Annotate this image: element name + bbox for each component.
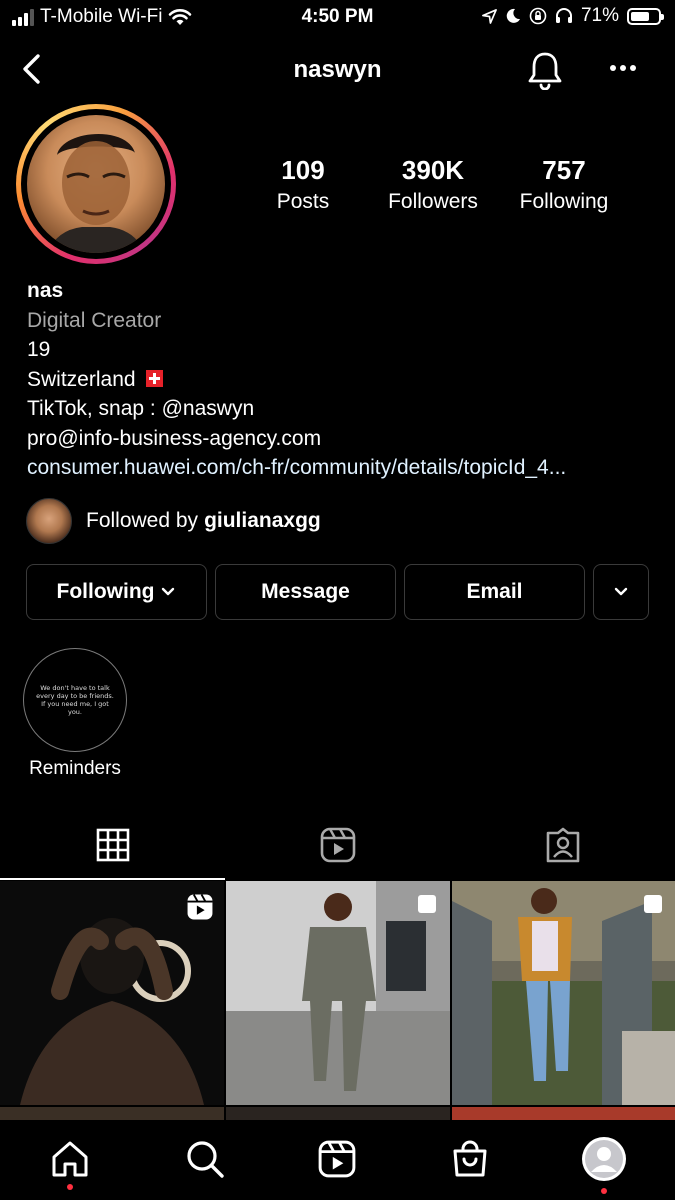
category-label: Digital Creator bbox=[27, 308, 162, 332]
battery-percent: 71% bbox=[580, 5, 619, 26]
tab-tagged[interactable] bbox=[450, 810, 675, 880]
following-button[interactable]: Following bbox=[26, 564, 207, 620]
more-icon bbox=[610, 65, 636, 71]
profile-header: naswyn bbox=[0, 44, 675, 94]
post-thumbnail[interactable] bbox=[226, 881, 450, 1105]
email-button[interactable]: Email bbox=[404, 564, 585, 620]
nav-reels[interactable] bbox=[312, 1134, 362, 1184]
bio-country: Switzerland bbox=[27, 367, 136, 391]
reels-icon bbox=[320, 827, 355, 863]
bio-line: TikTok, snap : @naswyn bbox=[27, 397, 255, 420]
nav-profile[interactable] bbox=[579, 1134, 629, 1194]
nav-search[interactable] bbox=[180, 1134, 230, 1184]
carousel-icon bbox=[418, 895, 436, 913]
chevron-down-icon bbox=[162, 587, 175, 596]
carousel-icon bbox=[644, 895, 662, 913]
location-icon bbox=[482, 8, 497, 24]
bio-link[interactable]: consumer.huawei.com/ch-fr/community/deta… bbox=[27, 453, 657, 483]
avatar-photo bbox=[27, 115, 165, 253]
stat-label: Following bbox=[519, 190, 609, 213]
stat-followers[interactable]: 390K Followers bbox=[380, 155, 486, 214]
bottom-nav bbox=[0, 1120, 675, 1200]
profile-avatar[interactable] bbox=[16, 104, 176, 264]
bio-line: 19 bbox=[27, 338, 51, 361]
more-options-button[interactable] bbox=[606, 54, 640, 84]
notifications-button[interactable] bbox=[526, 50, 564, 91]
story-highlight[interactable]: We don't have to talk every day to be fr… bbox=[22, 648, 128, 780]
notification-dot bbox=[601, 1188, 607, 1194]
reels-icon bbox=[187, 894, 213, 920]
post-thumbnail[interactable] bbox=[226, 1107, 450, 1121]
status-right: 71% bbox=[482, 5, 664, 27]
profile-stats: 109 Posts 390K Followers 757 Following bbox=[240, 155, 640, 225]
stat-value: 757 bbox=[542, 155, 586, 185]
avatar bbox=[26, 498, 72, 544]
bio-line-country: Switzerland bbox=[27, 365, 657, 395]
display-name: nas bbox=[27, 279, 64, 302]
search-icon bbox=[187, 1141, 224, 1178]
followed-by-prefix: Followed by bbox=[86, 509, 199, 532]
followed-by-user: giulianaxgg bbox=[204, 509, 321, 532]
nav-shop[interactable] bbox=[445, 1134, 495, 1184]
stat-value: 390K bbox=[401, 155, 465, 185]
message-button[interactable]: Message bbox=[215, 564, 396, 620]
highlight-cover-text: We don't have to talk every day to be fr… bbox=[27, 652, 123, 748]
stat-label: Posts bbox=[276, 190, 330, 213]
nav-home[interactable] bbox=[45, 1134, 95, 1190]
content-tabs bbox=[0, 810, 675, 880]
reels-icon bbox=[318, 1140, 356, 1178]
post-thumbnail[interactable] bbox=[0, 1107, 224, 1121]
post-thumbnail[interactable] bbox=[0, 881, 224, 1105]
following-button-label: Following bbox=[56, 580, 155, 603]
highlight-label: Reminders bbox=[29, 758, 121, 779]
headphones-icon bbox=[555, 8, 572, 23]
rotation-lock-icon bbox=[529, 7, 547, 25]
moon-icon bbox=[506, 8, 520, 23]
grid-icon bbox=[96, 828, 129, 862]
profile-bio: nas Digital Creator 19 Switzerland TikTo… bbox=[27, 276, 657, 483]
swiss-flag-icon bbox=[145, 369, 163, 387]
highlight-cover: We don't have to talk every day to be fr… bbox=[23, 648, 127, 752]
battery-icon bbox=[627, 7, 664, 25]
battery-fill bbox=[631, 11, 650, 21]
tab-reels[interactable] bbox=[225, 810, 450, 880]
page-title: naswyn bbox=[293, 56, 382, 83]
followed-by[interactable]: Followed by giulianaxgg bbox=[26, 498, 321, 544]
shop-icon bbox=[453, 1140, 487, 1177]
post-thumbnail[interactable] bbox=[452, 881, 675, 1105]
notification-dot bbox=[67, 1184, 73, 1190]
stat-posts[interactable]: 109 Posts bbox=[260, 155, 346, 214]
home-icon bbox=[52, 1141, 88, 1177]
stat-following[interactable]: 757 Following bbox=[510, 155, 618, 214]
stat-label: Followers bbox=[388, 190, 478, 213]
tagged-icon bbox=[546, 827, 579, 863]
posts-grid bbox=[0, 881, 675, 1121]
carousel-badge bbox=[642, 893, 666, 922]
suggested-accounts-button[interactable] bbox=[593, 564, 649, 620]
reel-badge bbox=[186, 893, 214, 926]
carousel-badge bbox=[416, 893, 440, 922]
profile-actions: Following Message Email bbox=[26, 564, 650, 620]
tab-posts[interactable] bbox=[0, 810, 225, 880]
profile-icon bbox=[582, 1137, 626, 1181]
post-thumbnail[interactable] bbox=[452, 1107, 675, 1121]
bell-icon bbox=[528, 52, 562, 91]
stat-value: 109 bbox=[281, 155, 325, 185]
chevron-down-icon bbox=[614, 587, 628, 596]
bio-line: pro@info-business-agency.com bbox=[27, 426, 322, 450]
status-bar: T-Mobile Wi-Fi 4:50 PM 71% bbox=[0, 0, 675, 36]
